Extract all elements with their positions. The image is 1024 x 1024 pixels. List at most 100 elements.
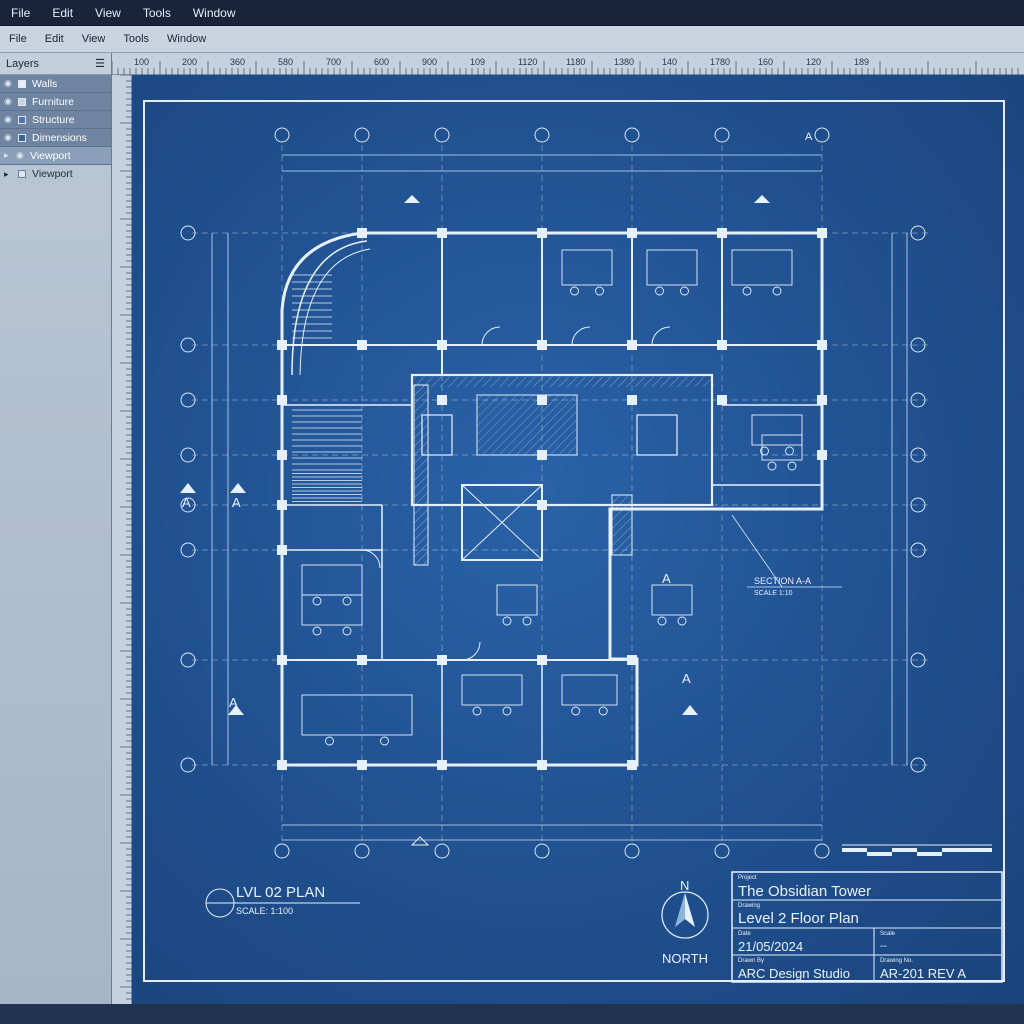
layer-label: Walls — [32, 77, 58, 90]
grid-bubble — [434, 127, 450, 143]
status-bar — [0, 1004, 1024, 1024]
section-callout-scale: SCALE 1:10 — [754, 590, 793, 597]
north-letter: N — [680, 878, 689, 893]
expand-arrow-icon[interactable]: ▸ — [4, 169, 14, 180]
secondary-menu-bar: File Edit View Tools Window — [0, 26, 1024, 53]
core-room — [476, 394, 578, 456]
secondary-menu-tools[interactable]: Tools — [114, 33, 158, 45]
menu-file[interactable]: File — [0, 6, 41, 20]
expand-arrow-icon[interactable]: ▸ — [4, 150, 14, 161]
layer-color-swatch — [18, 79, 26, 88]
drawing-number: AR-201 REV A — [880, 966, 966, 981]
structural-column — [277, 500, 287, 510]
layer-walls[interactable]: ◉ Walls — [0, 75, 111, 93]
secondary-menu-window[interactable]: Window — [158, 33, 215, 45]
title-block-caption: Drawn By — [738, 958, 764, 964]
furniture — [301, 249, 803, 746]
core-hatched-wall — [611, 494, 633, 556]
chair — [522, 616, 532, 626]
desk — [461, 674, 523, 706]
panel-menu-icon[interactable]: ☰ — [95, 57, 105, 70]
vertical-ruler[interactable] — [112, 75, 132, 1004]
ruler-label: 900 — [422, 57, 437, 67]
grid-bubble — [274, 127, 290, 143]
viewport-icon — [18, 170, 26, 178]
menu-view[interactable]: View — [84, 6, 132, 20]
grid-bubble — [534, 127, 550, 143]
north-arrow — [661, 891, 709, 939]
chair — [342, 626, 352, 636]
ruler-label: 200 — [182, 57, 197, 67]
structural-column — [437, 655, 447, 665]
layer-dimensions[interactable]: ◉ Dimensions — [0, 129, 111, 147]
secondary-menu-view[interactable]: View — [73, 33, 115, 45]
layer-viewport-selected[interactable]: ▸ ◉ Viewport — [0, 147, 111, 165]
structural-column — [357, 228, 367, 238]
chair — [571, 706, 581, 716]
visibility-eye-icon[interactable]: ◉ — [16, 150, 26, 161]
grid-bubble — [534, 843, 550, 859]
desk — [496, 584, 538, 616]
drawing-canvas[interactable]: A A A A A A SECTION A-A SCALE 1:10 LVL 0… — [132, 75, 1024, 1004]
menu-edit[interactable]: Edit — [41, 6, 84, 20]
floor-plan — [277, 228, 827, 770]
structural-column — [537, 450, 547, 460]
ruler-label: 580 — [278, 57, 293, 67]
project-name: The Obsidian Tower — [738, 883, 871, 900]
layer-label: Structure — [32, 113, 75, 126]
layer-furniture[interactable]: ◉ Furniture — [0, 93, 111, 111]
layer-color-swatch — [18, 115, 26, 124]
blueprint-drawing: A A A A A A SECTION A-A SCALE 1:10 LVL 0… — [143, 100, 1005, 983]
scale-bar — [842, 844, 992, 856]
visibility-eye-icon[interactable]: ◉ — [4, 132, 14, 143]
secondary-menu-file[interactable]: File — [0, 33, 36, 45]
menu-window[interactable]: Window — [182, 6, 247, 20]
ruler-label: 1780 — [710, 57, 730, 67]
drawn-by: ARC Design Studio — [738, 966, 850, 981]
ruler-label: 700 — [326, 57, 341, 67]
chair — [598, 706, 608, 716]
visibility-eye-icon[interactable]: ◉ — [4, 78, 14, 89]
door-swing — [481, 326, 501, 346]
secondary-menu-edit[interactable]: Edit — [36, 33, 73, 45]
curved-facade — [291, 240, 368, 376]
title-block-caption: Scale — [880, 931, 896, 937]
layers-panel-title: Layers — [6, 57, 40, 70]
structural-column — [717, 395, 727, 405]
section-marker-label: A — [662, 571, 671, 586]
door-swing — [461, 641, 481, 661]
chair — [785, 446, 794, 456]
ruler-label: 360 — [230, 57, 245, 67]
layers-panel: Layers ☰ ◉ Walls ◉ Furniture ◉ Structure… — [0, 53, 112, 1004]
horizontal-ruler[interactable]: 100 200 360 580 700 600 900 109 1120 1180 1380 140 1… — [112, 53, 1024, 75]
structural-column — [277, 395, 287, 405]
chair — [570, 286, 579, 296]
chair — [655, 286, 664, 296]
visibility-eye-icon[interactable]: ◉ — [4, 114, 14, 125]
chair — [677, 616, 687, 626]
layer-structure[interactable]: ◉ Structure — [0, 111, 111, 129]
structural-column — [627, 340, 637, 350]
core-hatched-wall — [413, 384, 429, 566]
menu-tools[interactable]: Tools — [132, 6, 182, 20]
structural-column — [627, 760, 637, 770]
section-marker-label: A — [682, 671, 691, 686]
grid-bubble — [354, 843, 370, 859]
chair — [502, 706, 512, 716]
columns — [277, 228, 827, 770]
structural-column — [537, 655, 547, 665]
chair — [787, 461, 797, 471]
visibility-eye-icon[interactable]: ◉ — [4, 96, 14, 107]
grid-bubbles — [180, 127, 926, 859]
section-callout-title: SECTION A-A — [754, 576, 811, 586]
structural-column — [537, 395, 547, 405]
plan-scale: SCALE: 1:100 — [236, 906, 293, 916]
layer-viewport[interactable]: ▸ Viewport — [0, 165, 111, 183]
grid-bubble — [814, 843, 830, 859]
drawing-scale: -- — [880, 941, 887, 952]
layer-label: Viewport — [30, 149, 71, 162]
ruler-label: 120 — [806, 57, 821, 67]
structural-column — [817, 340, 827, 350]
door-swing — [571, 326, 591, 346]
title-block-caption: Date — [738, 931, 751, 937]
